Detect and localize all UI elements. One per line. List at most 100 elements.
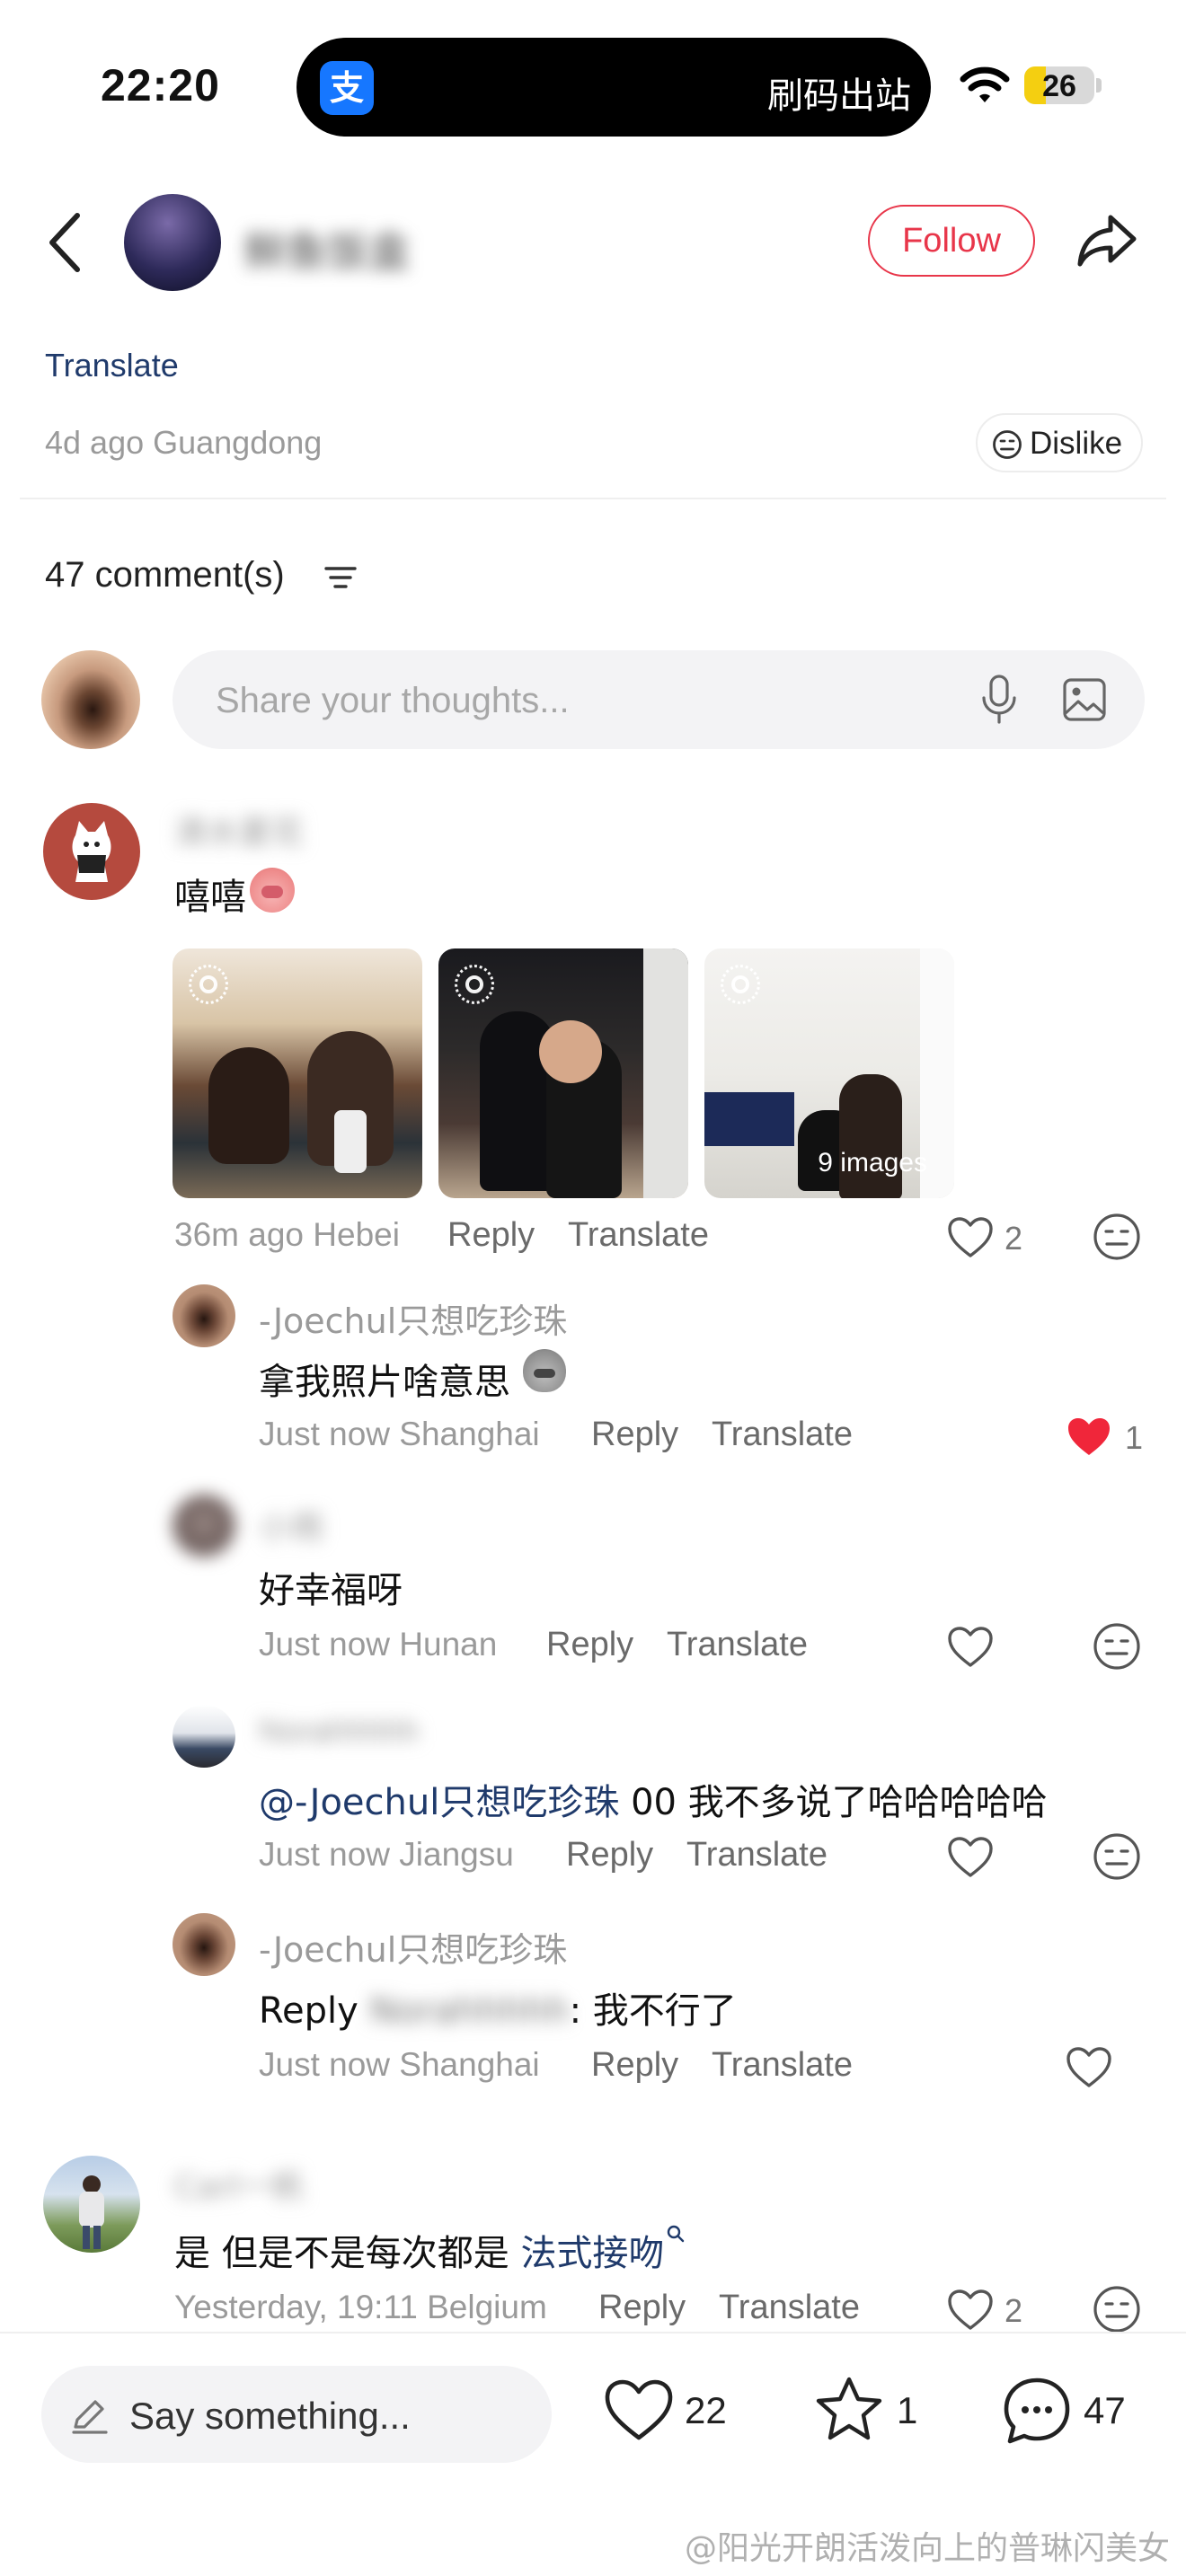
translate-button[interactable]: Translate bbox=[568, 1216, 709, 1255]
reply-button[interactable]: Reply bbox=[598, 2289, 686, 2327]
comment-avatar[interactable] bbox=[43, 803, 140, 900]
like-count: 2 bbox=[1005, 2292, 1023, 2329]
comment-meta: Yesterday, 19:11 Belgium bbox=[174, 2289, 547, 2325]
island-status-text: 刷码出站 bbox=[767, 75, 911, 117]
live-photo-icon bbox=[455, 965, 494, 1004]
reply-avatar[interactable] bbox=[173, 1913, 235, 1976]
microphone-icon[interactable] bbox=[979, 674, 1019, 726]
reply-button[interactable]: Reply bbox=[591, 1416, 678, 1454]
reply-username[interactable]: -Joechul只想吃珍珠 bbox=[259, 1922, 567, 1972]
pig-sticker-emoji bbox=[250, 868, 295, 913]
live-photo-icon bbox=[189, 965, 228, 1004]
say-something-input[interactable]: Say something... bbox=[41, 2366, 552, 2463]
comment-count: 47 comment(s) bbox=[45, 555, 285, 595]
translate-post-link[interactable]: Translate bbox=[45, 347, 179, 384]
comment-avatar[interactable] bbox=[43, 2156, 140, 2253]
comment-input-placeholder: Share your thoughts... bbox=[216, 681, 570, 720]
reply-to-username[interactable]: Norahhhhh bbox=[370, 1990, 570, 2032]
post-star-count: 1 bbox=[897, 2389, 918, 2431]
reply-avatar[interactable] bbox=[173, 1705, 235, 1768]
wifi-icon bbox=[960, 66, 1010, 102]
comment-bubble-icon[interactable] bbox=[1001, 2375, 1073, 2447]
translate-button[interactable]: Translate bbox=[712, 1416, 853, 1454]
reply-text: @-Joechul只想吃珍珠 00 我不多说了哈哈哈哈哈 bbox=[259, 1773, 1048, 1825]
dislike-face-icon[interactable] bbox=[1093, 1213, 1141, 1261]
comment-photo[interactable]: 9 images bbox=[704, 948, 954, 1198]
reply-text-body: 00 我不多说了哈哈哈哈哈 bbox=[619, 1782, 1048, 1823]
reply-avatar[interactable] bbox=[173, 1284, 235, 1347]
comment-input[interactable]: Share your thoughts... bbox=[173, 650, 1145, 749]
reply-text-body: : 我不行了 bbox=[569, 1990, 737, 2032]
live-photo-icon bbox=[721, 965, 760, 1004]
watermark: @阳光开朗活泼向上的普琳闪美女 bbox=[684, 2530, 1170, 2567]
reply-text: 好幸福呀 bbox=[259, 1570, 403, 1611]
heart-icon[interactable] bbox=[947, 1836, 994, 1879]
author-avatar[interactable] bbox=[124, 194, 221, 291]
like-post-icon[interactable] bbox=[604, 2378, 674, 2443]
heart-icon[interactable] bbox=[947, 2289, 994, 2332]
divider bbox=[20, 498, 1166, 499]
reply-button[interactable]: Reply bbox=[546, 1626, 633, 1664]
follow-button[interactable]: Follow bbox=[868, 205, 1035, 277]
reply-button[interactable]: Reply bbox=[447, 1216, 535, 1255]
post-meta: 4d ago Guangdong bbox=[45, 424, 323, 461]
translate-button[interactable]: Translate bbox=[712, 2046, 853, 2085]
battery-level: 26 bbox=[1042, 69, 1076, 103]
liked-heart-icon[interactable] bbox=[1066, 1416, 1112, 1459]
back-icon[interactable] bbox=[47, 212, 83, 273]
reply-meta: Just now Jiangsu bbox=[259, 1836, 514, 1873]
like-count: 2 bbox=[1005, 1220, 1023, 1257]
comment-text: 是 但是不是每次都是 法式接吻 bbox=[174, 2224, 686, 2276]
reply-meta: Just now Hunan bbox=[259, 1626, 498, 1663]
star-icon[interactable] bbox=[814, 2375, 884, 2443]
comment-photo[interactable] bbox=[173, 948, 422, 1198]
heart-icon[interactable] bbox=[947, 1216, 994, 1259]
comment-text: 嘻嘻 bbox=[174, 877, 246, 918]
share-icon[interactable] bbox=[1075, 212, 1139, 269]
dislike-face-icon[interactable] bbox=[1093, 1622, 1141, 1671]
reply-username[interactable]: 小雨 bbox=[259, 1502, 323, 1548]
dislike-button[interactable]: Dislike bbox=[976, 413, 1143, 472]
author-name[interactable]: 鲜鱼饭盒 bbox=[244, 219, 410, 278]
dislike-face-icon[interactable] bbox=[1093, 2285, 1141, 2333]
battery-icon: 26 bbox=[1024, 66, 1102, 104]
my-avatar bbox=[41, 650, 140, 749]
sort-filter-icon[interactable] bbox=[323, 564, 358, 591]
reply-button[interactable]: Reply bbox=[591, 2046, 678, 2085]
pencil-icon bbox=[72, 2400, 108, 2434]
image-attach-icon[interactable] bbox=[1062, 677, 1107, 722]
reply-meta: Just now Shanghai bbox=[259, 2046, 540, 2083]
reply-avatar[interactable] bbox=[173, 1495, 235, 1557]
reply-username[interactable]: -Joechul只想吃珍珠 bbox=[259, 1293, 567, 1343]
status-time: 22:20 bbox=[101, 60, 220, 110]
dynamic-island[interactable]: 支 刷码出站 bbox=[296, 38, 931, 137]
translate-button[interactable]: Translate bbox=[667, 1626, 808, 1664]
reply-username[interactable]: Norahhhhh bbox=[259, 1712, 419, 1750]
comment-meta: 36m ago Hebei bbox=[174, 1216, 400, 1253]
dislike-face-icon[interactable] bbox=[1093, 1832, 1141, 1881]
post-comment-count: 47 bbox=[1084, 2389, 1126, 2431]
reply-prefix: Reply bbox=[259, 1990, 370, 2032]
post-like-count: 22 bbox=[685, 2389, 727, 2431]
mention-link[interactable]: @-Joechul只想吃珍珠 bbox=[259, 1782, 619, 1823]
image-count-label[interactable]: 9 images bbox=[818, 1148, 927, 1178]
reply-meta: Just now Shanghai bbox=[259, 1416, 540, 1452]
heart-icon[interactable] bbox=[947, 1626, 994, 1669]
post-header: 鲜鱼饭盒 Follow bbox=[0, 180, 1186, 305]
reply-text: Reply Norahhhhh: 我不行了 bbox=[259, 1981, 737, 2033]
comment-photo[interactable] bbox=[438, 948, 688, 1198]
dislike-label: Dislike bbox=[1030, 426, 1123, 461]
search-icon[interactable] bbox=[666, 2224, 686, 2244]
search-link[interactable]: 法式接吻 bbox=[520, 2233, 664, 2274]
comment-text-body: 是 但是不是每次都是 bbox=[174, 2233, 521, 2274]
translate-button[interactable]: Translate bbox=[686, 1836, 828, 1875]
reply-button[interactable]: Reply bbox=[566, 1836, 653, 1875]
translate-button[interactable]: Translate bbox=[719, 2289, 860, 2327]
like-count: 1 bbox=[1125, 1419, 1144, 1456]
alipay-app-icon: 支 bbox=[320, 61, 374, 115]
comment-username[interactable]: Carl一帆 bbox=[174, 2161, 304, 2208]
say-something-placeholder: Say something... bbox=[129, 2395, 411, 2437]
cat-avatar-icon bbox=[72, 821, 111, 882]
comment-username[interactable]: 清水夏花 bbox=[174, 807, 304, 853]
heart-icon[interactable] bbox=[1066, 2046, 1112, 2089]
